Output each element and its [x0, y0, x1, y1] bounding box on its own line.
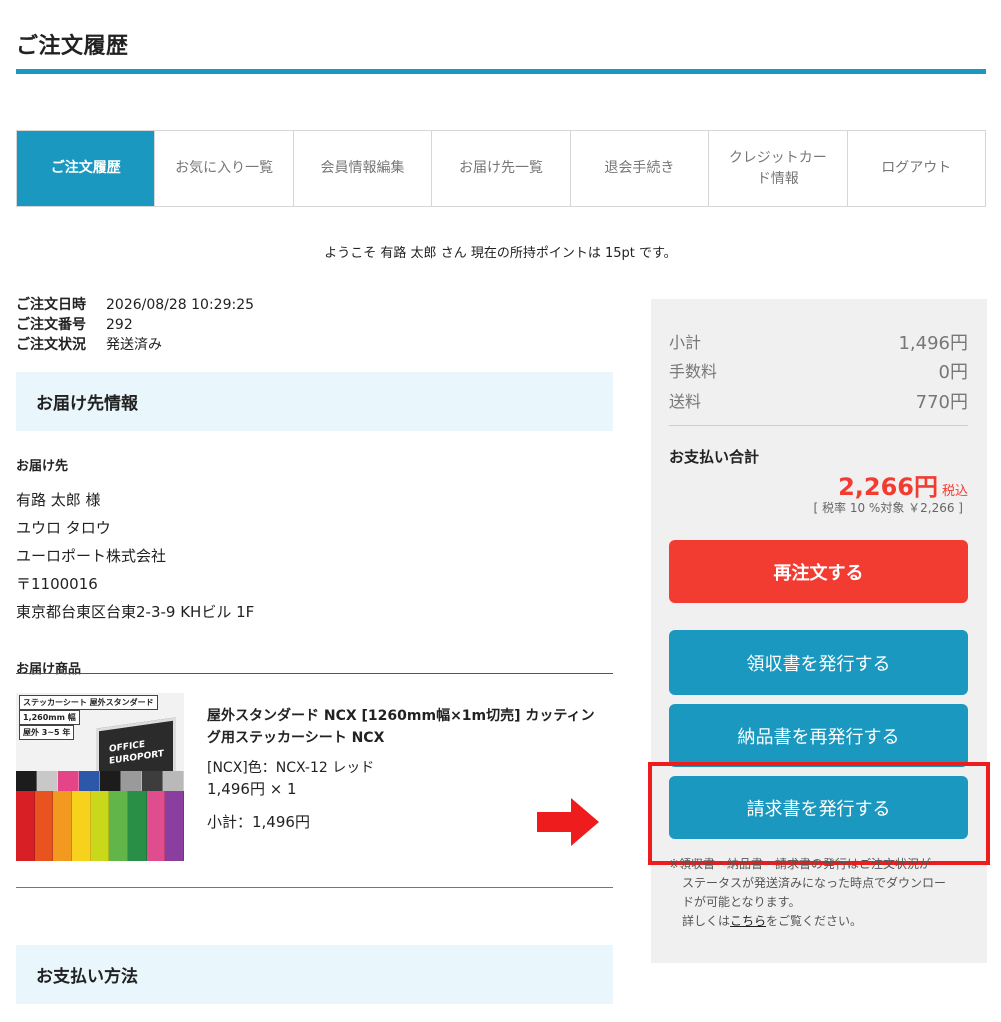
summary-shipping-label: 送料: [669, 392, 702, 411]
page-title: ご注文履歴: [16, 34, 129, 59]
summary-shipping-row: 送料 770円: [669, 388, 968, 414]
product-name[interactable]: 屋外スタンダード NCX [1260mm幅×1m切売] カッティング用ステッカー…: [207, 705, 607, 749]
payment-total: 2,266円 税込: [838, 467, 968, 502]
notice-details-link[interactable]: こちら: [730, 914, 766, 928]
vinyl-roll: [146, 791, 166, 861]
vinyl-roll: [34, 791, 54, 861]
payment-total-label: お支払い合計: [669, 448, 760, 466]
vinyl-roll: [53, 791, 73, 861]
vinyl-roll-back: [79, 771, 100, 793]
tab-order-history[interactable]: ご注文履歴: [17, 131, 155, 206]
tab-logout[interactable]: ログアウト: [846, 131, 985, 206]
product-variant: [NCX]色：NCX-12 レッド: [207, 760, 375, 776]
arrow-right-icon: [537, 798, 599, 846]
vinyl-roll-back: [100, 771, 121, 793]
tab-credit-card[interactable]: クレジットカード情報: [708, 131, 847, 206]
tax-inclusive-label: 税込: [941, 484, 968, 499]
notice-line-1: ※領収書・納品書・請求書の発行はご注文状況が: [669, 857, 932, 871]
product-image-rolls-front: [16, 791, 184, 861]
product-image-rolls-back: [16, 771, 184, 793]
delivery-address-block: 有路 太郎 様 ユウロ タロウ ユーロポート株式会社 〒1100016 東京都台…: [16, 486, 254, 626]
summary-shipping-value: 770円: [915, 392, 968, 413]
summary-divider: [669, 425, 968, 426]
recipient-address: 東京都台東区台東2-3-9 KHビル 1F: [16, 603, 255, 621]
order-number-label: ご注文番号: [16, 317, 86, 333]
payment-method-heading: お支払い方法: [16, 945, 613, 1004]
payment-total-value: 2,266円: [838, 473, 938, 501]
notice-line-3: ドが可能となります。: [682, 895, 801, 909]
notice-suffix: をご覧ください。: [766, 914, 863, 928]
summary-fee-row: 手数料 0円: [669, 358, 968, 384]
summary-subtotal-row: 小計 1,496円: [669, 329, 968, 355]
product-image[interactable]: ステッカーシート 屋外スタンダード 1,260mm 幅 屋外 3~5 年 OFF…: [16, 693, 184, 861]
vinyl-roll-back: [37, 771, 58, 793]
recipient-company: ユーロポート株式会社: [16, 547, 167, 565]
order-status-label: ご注文状況: [16, 337, 86, 353]
product-image-label-1: ステッカーシート 屋外スタンダード: [19, 695, 158, 710]
vinyl-roll: [109, 791, 129, 861]
vinyl-roll: [128, 791, 147, 861]
product-subtotal: 小計：1,496円: [207, 813, 310, 831]
order-date: 2026/08/28 10:29:25: [106, 297, 255, 313]
vinyl-roll-back: [121, 771, 142, 793]
product-image-label-2: 1,260mm 幅: [19, 710, 80, 725]
welcome-message: ようこそ 有路 太郎 さん 現在の所持ポイントは 15pt です。: [324, 246, 677, 261]
order-number: 292: [106, 317, 133, 333]
shipping-section-heading: お届け先情報: [16, 372, 613, 431]
title-underline: [16, 69, 986, 74]
recipient-postal: 〒1100016: [16, 575, 98, 593]
products-label: お届け商品: [16, 662, 82, 677]
vinyl-roll-back: [16, 771, 37, 793]
vinyl-roll: [16, 791, 35, 861]
recipient-kana: ユウロ タロウ: [16, 519, 111, 537]
product-quantity: 1,496円 × 1: [207, 780, 297, 798]
summary-subtotal-label: 小計: [669, 333, 702, 352]
delivery-address-label: お届け先: [16, 459, 69, 474]
products-divider-top: [16, 673, 613, 674]
summary-fee-label: 手数料: [669, 362, 718, 381]
tab-withdraw[interactable]: 退会手続き: [569, 131, 709, 206]
vinyl-roll-back: [142, 771, 163, 793]
order-meta: ご注文日時 2026/08/28 10:29:25 ご注文番号 292 ご注文状況 発…: [16, 295, 254, 355]
order-date-label: ご注文日時: [16, 297, 86, 313]
tab-favorites[interactable]: お気に入り一覧: [154, 131, 293, 206]
notice-prefix: 詳しくは: [682, 914, 731, 928]
recipient-name: 有路 太郎 様: [16, 491, 101, 509]
reorder-button[interactable]: 再注文する: [669, 540, 968, 603]
reissue-delivery-note-button[interactable]: 納品書を再発行する: [669, 704, 968, 767]
mypage-nav-tabs: ご注文履歴 お気に入り一覧 会員情報編集 お届け先一覧 退会手続き クレジットカ…: [16, 130, 986, 207]
notice-line-2: ステータスが発送済みになった時点でダウンロー: [682, 876, 947, 890]
tax-note: [ 税率 10 %対象 ￥2,266 ]: [813, 501, 963, 515]
tab-member-info[interactable]: 会員情報編集: [292, 131, 432, 206]
notice-line-4: 詳しくはこちらをご覧ください。: [669, 912, 969, 931]
invoice-button-highlight: [648, 762, 990, 865]
product-image-label-3: 屋外 3~5 年: [19, 725, 75, 740]
products-divider-bottom: [16, 887, 613, 888]
vinyl-roll-back: [163, 771, 184, 793]
issue-receipt-button[interactable]: 領収書を発行する: [669, 630, 968, 695]
vinyl-roll: [165, 791, 184, 861]
vinyl-roll-back: [58, 771, 79, 793]
summary-fee-value: 0円: [938, 362, 968, 383]
summary-subtotal-value: 1,496円: [898, 333, 968, 354]
tab-delivery-addresses[interactable]: お届け先一覧: [431, 131, 570, 206]
vinyl-roll: [90, 791, 110, 861]
vinyl-roll: [72, 791, 91, 861]
order-status: 発送済み: [106, 337, 162, 353]
document-notice: ※領収書・納品書・請求書の発行はご注文状況が ステータスが発送済みになった時点で…: [669, 855, 969, 931]
